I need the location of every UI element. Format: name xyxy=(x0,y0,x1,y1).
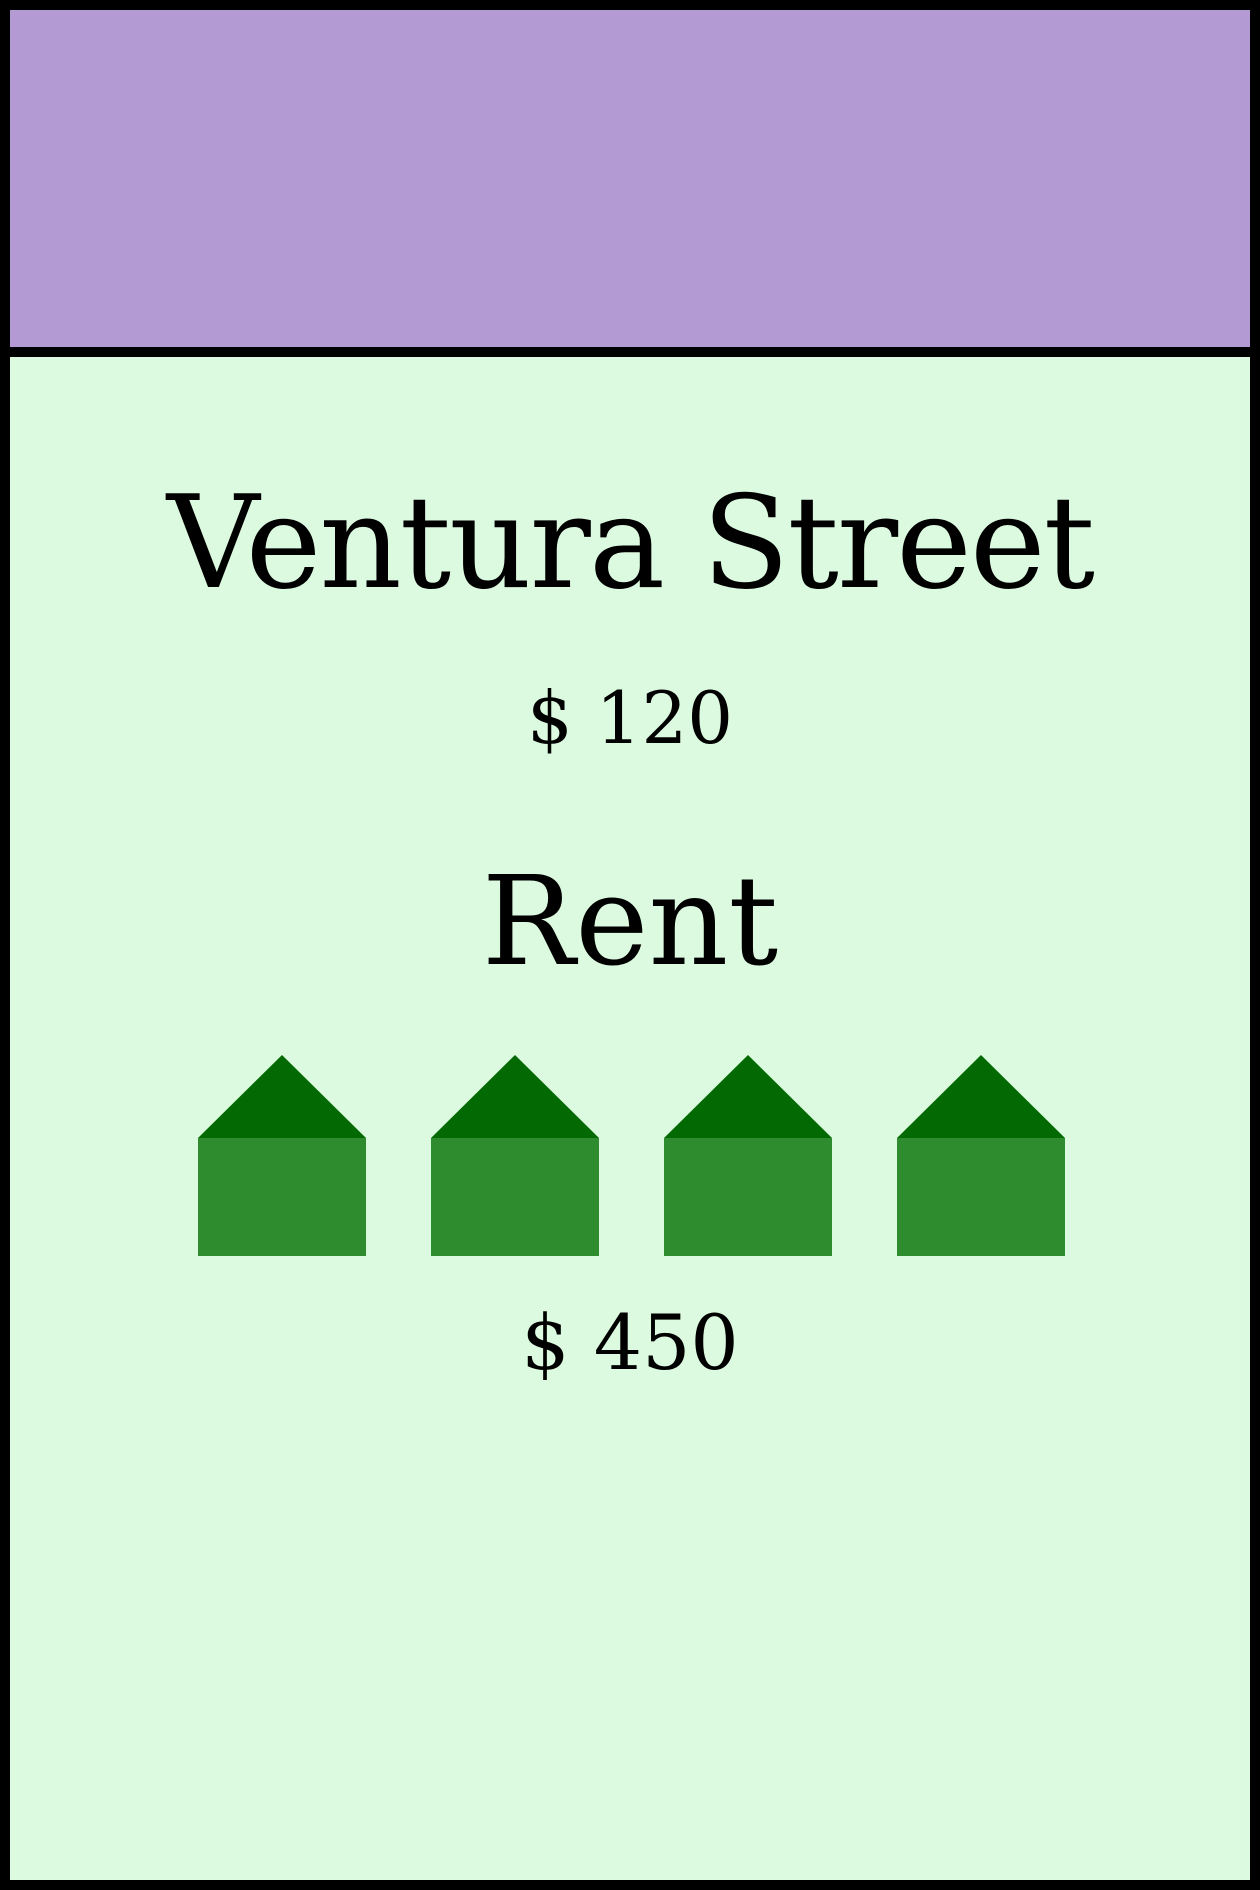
house-icon xyxy=(431,1055,599,1265)
houses-row xyxy=(198,1055,1078,1265)
property-price: $ 120 xyxy=(526,676,734,760)
property-name: Ventura Street xyxy=(166,469,1095,618)
house-icon xyxy=(198,1055,366,1265)
color-band xyxy=(10,10,1250,357)
house-icon xyxy=(897,1055,1065,1265)
rent-heading: Rent xyxy=(481,850,779,994)
property-card: Ventura Street $ 120 Rent $ 450 xyxy=(0,0,1260,1890)
rent-value: $ 450 xyxy=(521,1298,739,1387)
house-icon xyxy=(664,1055,832,1265)
